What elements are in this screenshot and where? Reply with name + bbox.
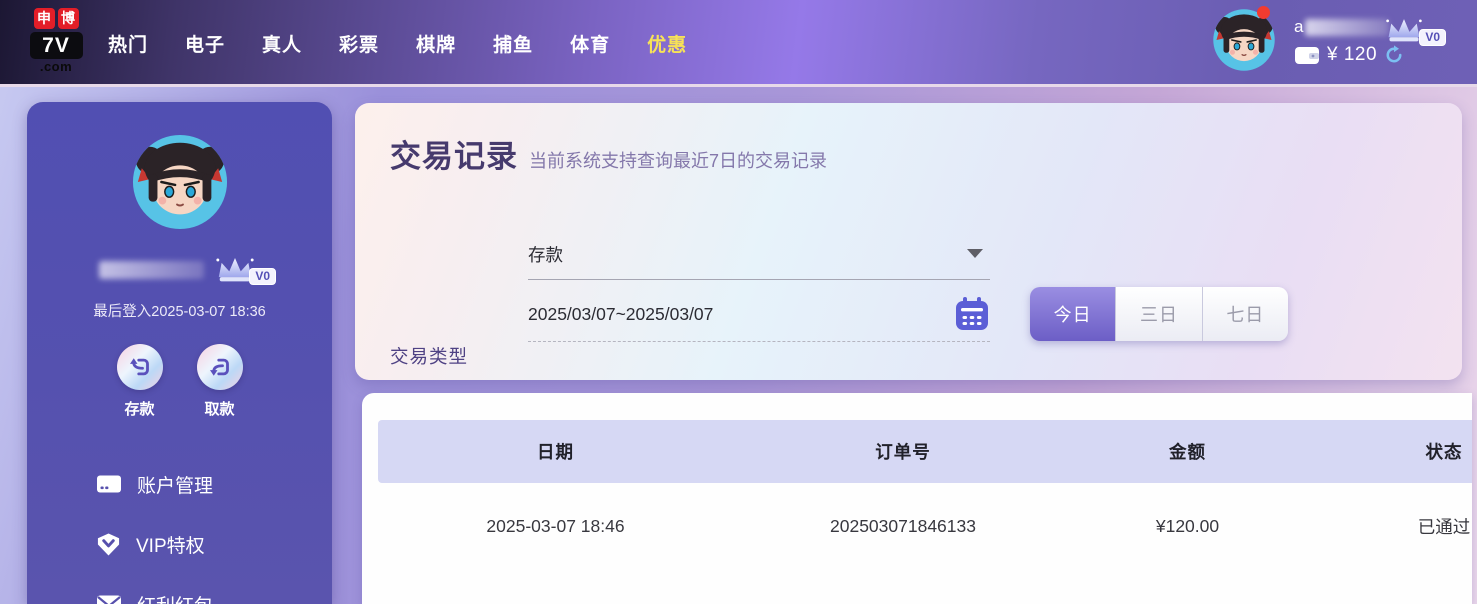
- vip-gem-icon: [97, 532, 120, 556]
- sidebar-item-account-management[interactable]: 账户管理: [27, 454, 332, 514]
- table-header-cell: 状态: [1425, 442, 1463, 462]
- transaction-filter-panel: 交易记录 当前系统支持查询最近7日的交易记录 交易类型 存款 交易日期 2025…: [355, 103, 1462, 429]
- wallet-row: ¥ 120: [1294, 44, 1404, 66]
- red-packet-icon: [97, 595, 121, 604]
- cell-order-number: 202503071846133: [830, 515, 976, 536]
- site-logo[interactable]: 申 博 7V .com: [28, 8, 84, 74]
- bank-card-icon: [97, 475, 121, 493]
- logo-name: 7V: [29, 32, 83, 59]
- top-nav-bar: 申 博 7V .com 热门 电子 真人 彩票 棋牌 捕鱼 体育 优惠 a V0…: [0, 0, 1477, 87]
- sidebar-avatar: [132, 134, 227, 230]
- type-select-underline: [528, 279, 990, 280]
- sidebar-item-label: 账户管理: [137, 475, 214, 497]
- logo-badges: 申 博: [28, 8, 84, 29]
- nav-item[interactable]: 捕鱼: [493, 30, 533, 57]
- nav-item[interactable]: 真人: [262, 30, 302, 57]
- header-vip-badge[interactable]: V0: [1384, 15, 1446, 47]
- transaction-table-panel: 日期 订单号 金额 状态 2025-03-07 18:46 2025030718…: [362, 393, 1472, 604]
- logo-badge-2: 博: [57, 8, 79, 29]
- page-subtitle: 当前系统支持查询最近7日的交易记录: [529, 151, 828, 171]
- transaction-date-value[interactable]: 2025/03/07~2025/03/07: [528, 304, 713, 325]
- withdraw-icon: [196, 344, 243, 390]
- header-username[interactable]: a: [1294, 17, 1390, 37]
- sidebar-menu: 账户管理 VIP特权 红利红包: [27, 454, 332, 604]
- nav-item[interactable]: 优惠: [647, 30, 687, 57]
- range-button[interactable]: 三日: [1116, 287, 1203, 341]
- cell-date: 2025-03-07 18:46: [486, 515, 625, 536]
- refresh-balance-icon[interactable]: [1384, 45, 1404, 65]
- balance-amount: ¥ 120: [1327, 44, 1378, 65]
- transaction-type-value[interactable]: 存款: [528, 242, 563, 267]
- chevron-down-icon[interactable]: [967, 249, 983, 258]
- table-header-cell: 订单号: [875, 442, 931, 462]
- deposit-button[interactable]: 存款: [110, 344, 170, 419]
- sidebar-item-label: 红利红包: [137, 591, 213, 604]
- date-range-buttons: 今日 三日 七日: [1030, 287, 1288, 341]
- range-button[interactable]: 今日: [1030, 287, 1117, 341]
- sidebar-item-bonus-redpacket[interactable]: 红利红包: [27, 574, 332, 604]
- sidebar-vip-badge: V0: [214, 254, 276, 286]
- range-button[interactable]: 七日: [1202, 287, 1288, 341]
- app-root: 申 博 7V .com 热门 电子 真人 彩票 棋牌 捕鱼 体育 优惠 a V0…: [0, 0, 1477, 604]
- vip-level-badge: V0: [1419, 29, 1446, 46]
- deposit-icon: [116, 344, 163, 390]
- sidebar-username: V0: [27, 254, 332, 286]
- nav-item[interactable]: 彩票: [339, 30, 379, 57]
- cell-amount: ¥120.00: [1155, 515, 1220, 536]
- main-nav: 热门 电子 真人 彩票 棋牌 捕鱼 体育 优惠: [108, 0, 724, 87]
- title-row: 交易记录 当前系统支持查询最近7日的交易记录: [390, 131, 827, 176]
- sidebar-item-label: VIP特权: [136, 535, 205, 557]
- withdraw-label: 取款: [204, 401, 235, 418]
- table-row[interactable]: 2025-03-07 18:46 202503071846133 ¥120.00…: [378, 483, 1472, 569]
- table-header-row: 日期 订单号 金额 状态: [378, 420, 1472, 483]
- table-body: 2025-03-07 18:46 202503071846133 ¥120.00…: [378, 483, 1472, 569]
- logo-badge-1: 申: [33, 8, 55, 29]
- quick-actions: 存款 取款: [110, 344, 250, 419]
- logo-tld: .com: [39, 59, 73, 74]
- nav-item[interactable]: 体育: [570, 30, 610, 57]
- notification-dot: [1257, 6, 1270, 19]
- table-header-cell: 金额: [1169, 442, 1206, 462]
- wallet-icon: [1295, 46, 1319, 64]
- username-redacted: [99, 261, 204, 279]
- nav-item[interactable]: 棋牌: [416, 30, 456, 57]
- calendar-icon[interactable]: [955, 296, 989, 332]
- account-sidebar: V0 最后登入2025-03-07 18:36 存款 取款 账户管理 VIP特权: [27, 102, 332, 604]
- transaction-type-label: 交易类型: [390, 346, 469, 367]
- deposit-label: 存款: [124, 401, 155, 418]
- date-input-underline: [528, 341, 990, 342]
- cell-status: 已通过: [1417, 516, 1471, 537]
- withdraw-button[interactable]: 取款: [190, 344, 250, 419]
- table-header-cell: 日期: [537, 442, 574, 462]
- nav-item[interactable]: 电子: [185, 30, 225, 57]
- username-prefix: a: [1294, 17, 1304, 36]
- nav-item[interactable]: 热门: [108, 30, 148, 57]
- vip-level-badge: V0: [249, 268, 276, 285]
- last-login-text: 最后登入2025-03-07 18:36: [93, 304, 266, 320]
- page-title: 交易记录: [390, 139, 518, 174]
- crown-icon: [1386, 19, 1422, 42]
- username-redacted: [1305, 18, 1390, 36]
- sidebar-item-vip-privileges[interactable]: VIP特权: [27, 514, 332, 574]
